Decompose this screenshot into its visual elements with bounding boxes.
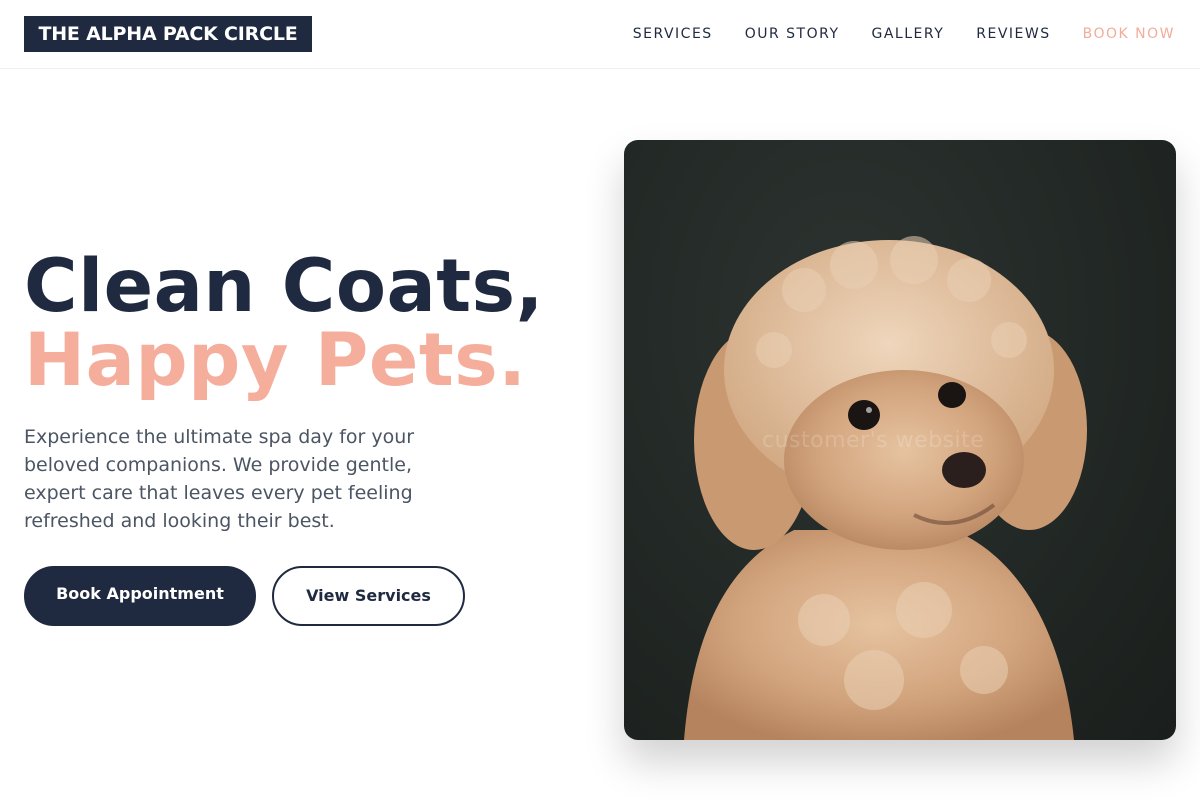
nav-reviews[interactable]: REVIEWS: [976, 24, 1050, 44]
nav-gallery[interactable]: GALLERY: [872, 24, 945, 44]
hero-description: Experience the ultimate spa day for your…: [24, 426, 415, 532]
main-nav: SERVICES OUR STORY GALLERY REVIEWS BOOK …: [633, 24, 1175, 44]
nav-our-story[interactable]: OUR STORY: [745, 24, 840, 44]
hero-image: customer's website: [624, 140, 1176, 740]
book-appointment-button[interactable]: Book Appointment: [24, 566, 256, 626]
view-services-button[interactable]: View Services: [272, 566, 465, 626]
nav-book-now[interactable]: BOOK NOW: [1083, 24, 1175, 44]
hero-title-line1: Clean Coats,: [24, 244, 544, 329]
site-logo[interactable]: THE ALPHA PACK CIRCLE: [24, 16, 312, 52]
hero-title-line2: Happy Pets.: [24, 318, 527, 403]
hero-title: Clean Coats, Happy Pets.: [24, 250, 544, 398]
image-watermark: customer's website: [762, 428, 985, 453]
nav-services[interactable]: SERVICES: [633, 24, 713, 44]
site-header: THE ALPHA PACK CIRCLE SERVICES OUR STORY…: [0, 0, 1200, 69]
